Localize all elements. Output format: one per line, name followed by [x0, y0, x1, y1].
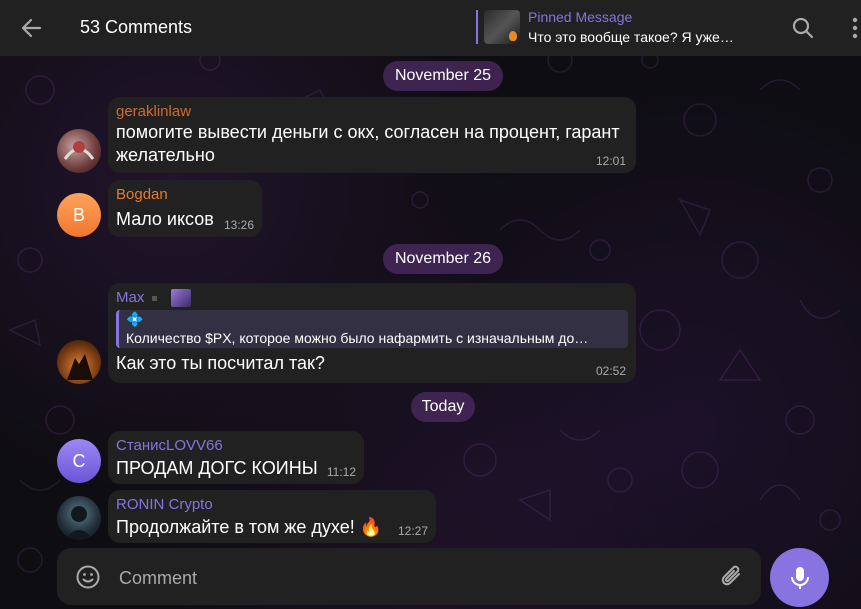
message-bubble[interactable]: Max 💠 Количество $PX, которое можно было…	[108, 283, 636, 383]
message-text: помогите вывести деньги с окх, согласен …	[116, 121, 628, 167]
microphone-button[interactable]	[770, 548, 829, 607]
message-bubble[interactable]: СтанисLOVV66 ПРОДАМ ДОГС КОИНЫ 11:12	[108, 431, 364, 484]
user-badge-icon	[171, 289, 192, 307]
emoji-icon[interactable]	[75, 564, 101, 590]
author-name[interactable]: Bogdan	[116, 186, 254, 204]
message-bubble[interactable]: geraklinlaw помогите вывести деньги с ок…	[108, 97, 636, 173]
avatar-image	[63, 141, 95, 160]
message-time: 13:26	[223, 218, 254, 232]
author-name[interactable]: geraklinlaw	[116, 103, 628, 121]
avatar-image	[65, 506, 93, 540]
author-name[interactable]: RONIN Crypto	[116, 496, 428, 514]
message-time: 12:01	[595, 154, 626, 168]
message-time: 12:27	[397, 524, 428, 538]
author-name[interactable]: Max	[116, 289, 144, 307]
more-vertical-icon[interactable]	[845, 14, 861, 42]
pinned-text: Что это вообще такое? Я уже…	[528, 29, 734, 45]
message-text: ПРОДАМ ДОГС КОИНЫ	[116, 458, 318, 478]
message-text: Как это ты посчитал так?	[116, 353, 325, 373]
comment-input[interactable]	[117, 562, 701, 594]
message-bubble[interactable]: RONIN Crypto Продолжайте в том же духе! …	[108, 490, 436, 543]
microphone-icon	[790, 566, 809, 589]
message-bubble[interactable]: Bogdan Мало иксов 13:26	[108, 180, 262, 237]
comment-composer	[57, 548, 761, 605]
date-separator: November 26	[383, 244, 503, 274]
avatar[interactable]	[57, 340, 101, 384]
chat-header: 53 Comments Pinned Message Что это вообщ…	[0, 0, 861, 56]
avatar[interactable]	[57, 129, 101, 173]
reply-diamond-icon: 💠	[126, 311, 144, 327]
avatar-image	[67, 354, 93, 380]
paperclip-icon[interactable]	[719, 562, 747, 592]
pinned-thumbnail	[484, 10, 520, 44]
date-separator: Today	[411, 392, 475, 422]
message-time: 02:52	[595, 364, 626, 378]
pinned-title: Pinned Message	[528, 9, 633, 25]
reply-text: Количество $PX, которое можно было нафар…	[126, 330, 589, 346]
avatar[interactable]: B	[57, 193, 101, 237]
date-separator: November 25	[383, 61, 503, 91]
search-icon[interactable]	[790, 15, 816, 41]
author-name[interactable]: СтанисLOVV66	[116, 437, 356, 455]
avatar[interactable]	[57, 496, 101, 540]
avatar-letter: С	[72, 450, 86, 471]
reply-quote[interactable]: 💠 Количество $PX, которое можно было наф…	[116, 310, 628, 348]
back-arrow-icon[interactable]	[18, 14, 46, 42]
message-text-line: желательно	[116, 145, 215, 165]
avatar[interactable]: С	[57, 439, 101, 483]
message-text: Продолжайте в том же духе! 🔥	[116, 517, 383, 537]
page-title: 53 Comments	[80, 17, 193, 37]
avatar-letter: B	[72, 204, 85, 225]
message-text-line: помогите вывести деньги с окх, согласен …	[116, 122, 620, 142]
separator-dot	[152, 295, 158, 301]
pinned-bar	[476, 10, 478, 44]
pinned-message[interactable]: Pinned Message Что это вообще такое? Я у…	[476, 8, 766, 46]
message-time: 11:12	[326, 465, 356, 479]
